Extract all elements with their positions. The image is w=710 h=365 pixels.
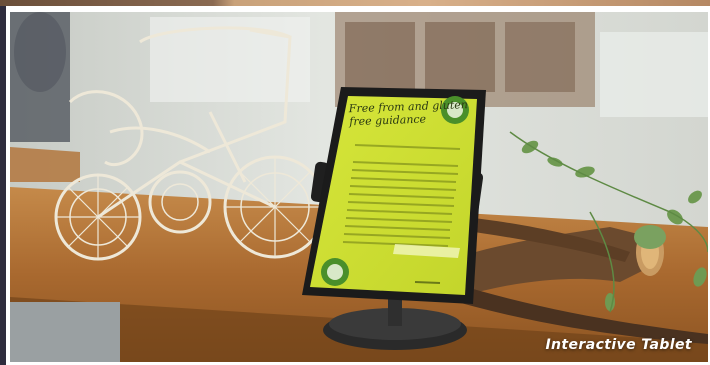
tablet-photo [10, 12, 708, 362]
top-photo-strip [0, 0, 710, 6]
page: Free from and gluten free guidance Inter… [0, 0, 710, 365]
tablet-screen-title: Free from and gluten free guidance [348, 98, 469, 129]
photo-caption: Interactive Tablet [545, 337, 692, 353]
left-edge-strip [0, 6, 6, 365]
